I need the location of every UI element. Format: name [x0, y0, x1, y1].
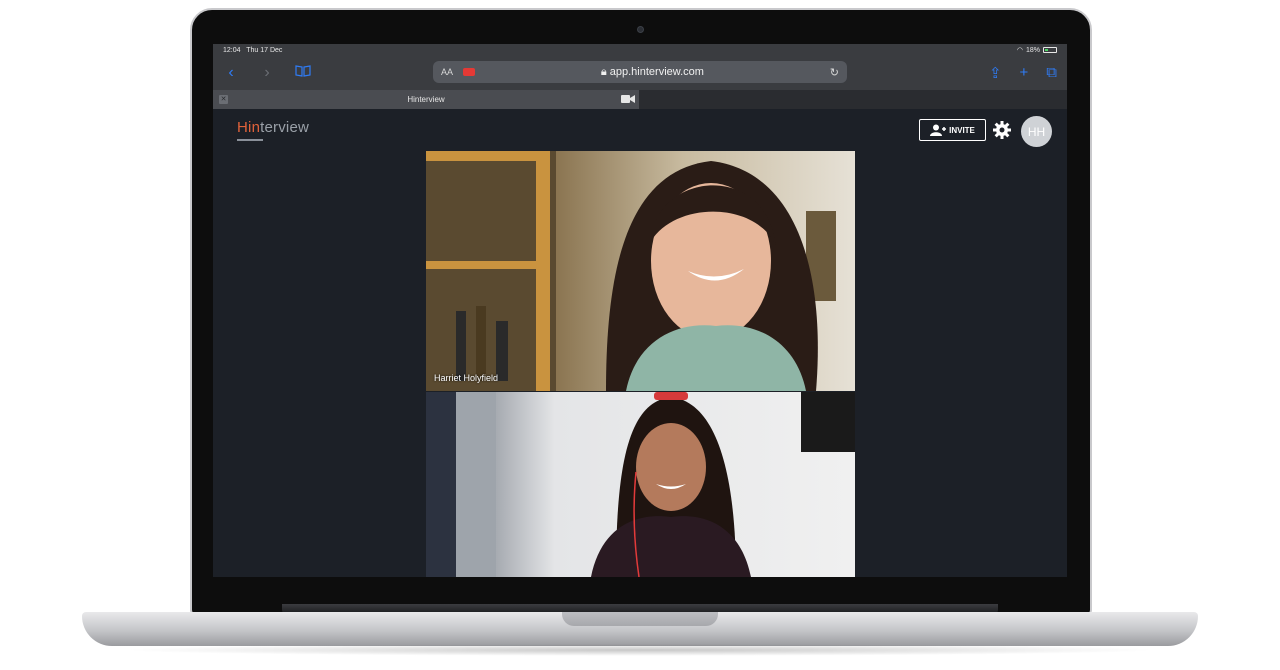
recording-icon — [463, 68, 476, 76]
invite-label: INVITE — [949, 125, 975, 135]
avatar[interactable]: HH — [1021, 116, 1052, 147]
participant-feed-image — [426, 151, 836, 391]
logo-accent: Hin — [237, 119, 261, 136]
hinterview-logo[interactable]: Hinterview — [237, 119, 309, 136]
browser-toolbar: ‹ › AA 🔒︎ app.hinterview.com ↻ ⇪ + ⧉ — [213, 56, 1067, 90]
battery-percent: 18% — [1025, 46, 1040, 54]
reload-icon[interactable]: ↻ — [830, 66, 839, 79]
add-user-icon — [930, 124, 947, 136]
invite-button[interactable]: INVITE — [919, 119, 986, 141]
status-bar: 12:04 Thu 17 Dec ◠ 18% — [213, 44, 1067, 56]
tabs-icon[interactable]: ⧉ — [1046, 64, 1057, 82]
webcam-icon — [637, 26, 644, 33]
tab-title: Hinterview — [407, 95, 445, 104]
url-text: 🔒︎ app.hinterview.com — [600, 65, 704, 78]
battery-icon — [1043, 47, 1057, 53]
laptop-shadow — [120, 644, 1160, 656]
text-size-button[interactable]: AA — [441, 67, 453, 77]
close-tab-icon[interactable]: ✕ — [219, 95, 228, 104]
address-bar[interactable]: AA 🔒︎ app.hinterview.com ↻ — [433, 61, 847, 83]
video-camera-icon — [621, 95, 635, 103]
logo-underline — [237, 139, 263, 141]
app-area: Hinterview INVITE HH Harriet Holyfield — [213, 109, 1067, 577]
url-value: app.hinterview.com — [609, 65, 704, 78]
tab-hinterview[interactable]: ✕ Hinterview — [213, 90, 639, 109]
participant-feed-image — [426, 392, 855, 577]
participant-video[interactable] — [426, 392, 855, 577]
status-time: 12:04 — [223, 46, 241, 54]
share-icon[interactable]: ⇪ — [989, 64, 1002, 82]
back-icon[interactable]: ‹ — [213, 64, 249, 82]
status-date: Thu 17 Dec — [246, 46, 283, 54]
participant-name: Harriet Holyfield — [434, 373, 499, 383]
forward-icon[interactable]: › — [249, 64, 285, 82]
laptop-notch — [562, 612, 718, 626]
screen: 12:04 Thu 17 Dec ◠ 18% ‹ › AA 🔒︎ app.hin… — [213, 44, 1067, 577]
participant-video[interactable]: Harriet Holyfield — [426, 151, 855, 391]
gear-icon[interactable] — [992, 120, 1012, 140]
new-tab-icon[interactable]: + — [1020, 64, 1029, 82]
tab-bar: ✕ Hinterview — [213, 90, 1067, 109]
wifi-icon: ◠ — [1016, 47, 1023, 54]
logo-rest: terview — [260, 119, 310, 136]
bookmarks-icon[interactable] — [285, 64, 321, 82]
